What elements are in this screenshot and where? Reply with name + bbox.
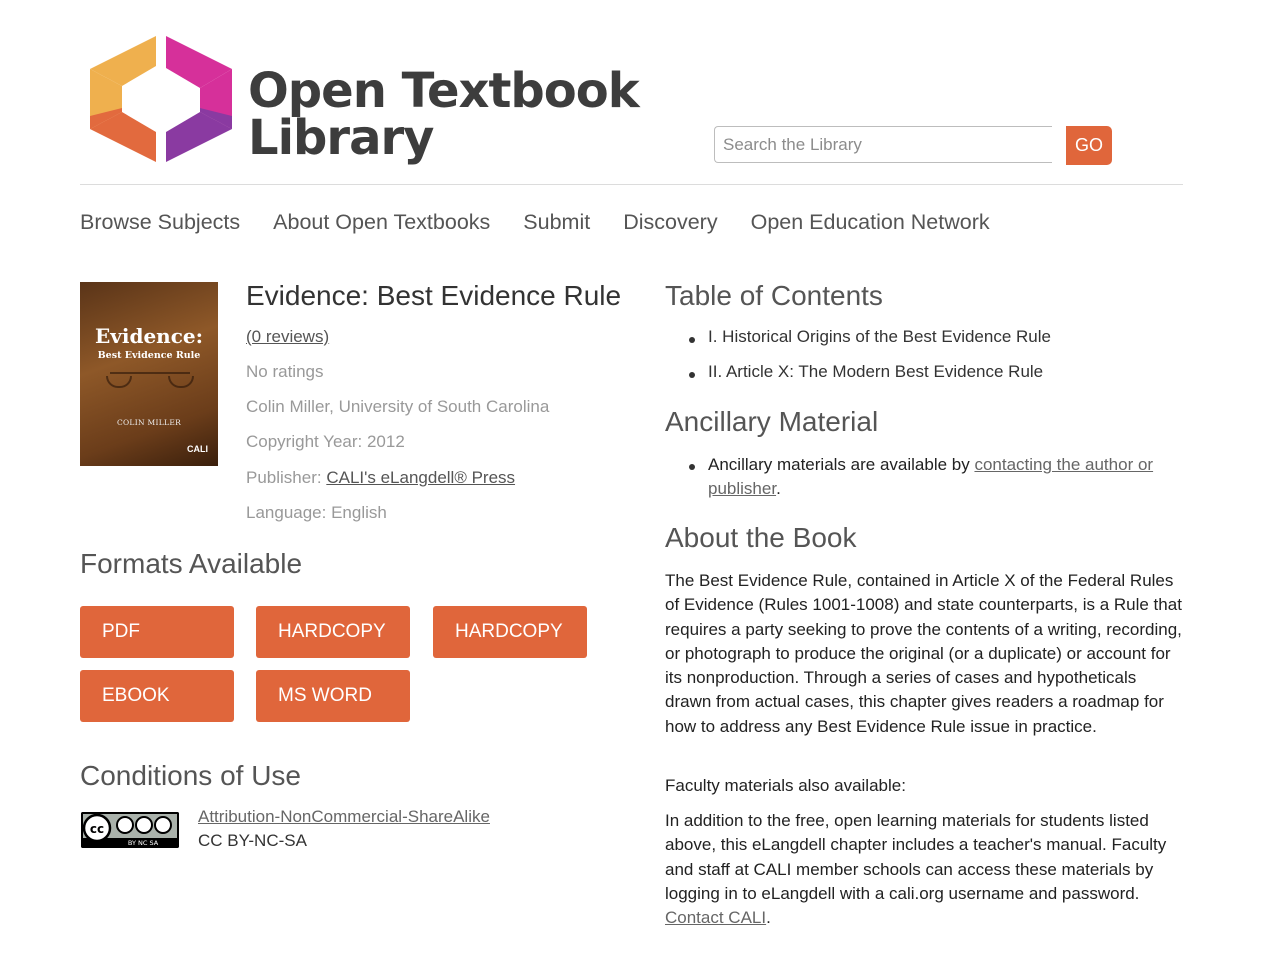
book-cover: Evidence: Best Evidence Rule COLIN MILLE… bbox=[80, 282, 218, 466]
bullet-icon bbox=[689, 372, 695, 378]
reviews-link[interactable]: (0 reviews) bbox=[246, 327, 329, 346]
svg-text:cc: cc bbox=[90, 822, 104, 836]
cover-subtitle: Best Evidence Rule bbox=[97, 350, 201, 361]
license-link[interactable]: Attribution-NonCommercial-ShareAlike bbox=[198, 807, 490, 827]
toc-item[interactable]: II. Article X: The Modern Best Evidence … bbox=[708, 362, 1043, 382]
nav-discovery[interactable]: Discovery bbox=[623, 206, 717, 238]
book-description: The Best Evidence Rule, contained in Art… bbox=[665, 571, 1182, 736]
nav-submit[interactable]: Submit bbox=[523, 206, 590, 238]
language: Language: English bbox=[246, 503, 387, 522]
logo-line2: Library bbox=[248, 110, 434, 166]
logo-icon[interactable] bbox=[90, 36, 232, 162]
author: Colin Miller, University of South Caroli… bbox=[246, 397, 550, 416]
about-heading: About the Book bbox=[665, 522, 857, 553]
reviews-row: (0 reviews) bbox=[246, 327, 329, 347]
ancillary-lead: Ancillary materials are available by bbox=[708, 455, 975, 474]
format-hardcopy-button[interactable]: HARDCOPY bbox=[256, 606, 410, 658]
format-pdf-button[interactable]: PDF bbox=[80, 606, 234, 658]
search-input[interactable] bbox=[714, 126, 1052, 163]
cover-publisher-logo: CALI bbox=[187, 444, 208, 454]
cc-license-icon: cc BY NC SA bbox=[81, 812, 179, 848]
copyright-year: Copyright Year: 2012 bbox=[246, 432, 405, 451]
ancillary-text: Ancillary materials are available by con… bbox=[708, 455, 1154, 499]
cc-badge-text: BY NC SA bbox=[128, 839, 159, 847]
scale-pan-left bbox=[106, 376, 132, 388]
publisher-row: Publisher: CALI's eLangdell® Press bbox=[246, 468, 515, 488]
contact-cali-link[interactable]: Contact CALI bbox=[665, 908, 766, 927]
main-nav: Browse Subjects About Open Textbooks Sub… bbox=[80, 206, 990, 238]
format-msword-button[interactable]: MS WORD bbox=[256, 670, 410, 722]
logo-line1: Open Textbook bbox=[248, 63, 640, 119]
formats-heading: Formats Available bbox=[80, 548, 303, 579]
logo-wordmark[interactable]: Open Textbook Library bbox=[248, 63, 640, 166]
toc-item[interactable]: I. Historical Origins of the Best Eviden… bbox=[708, 327, 1051, 347]
search-form: GO bbox=[714, 126, 1112, 165]
faculty-text: In addition to the free, open learning m… bbox=[665, 811, 1167, 928]
license-code: CC BY-NC-SA bbox=[198, 831, 307, 850]
cover-title: Evidence: bbox=[95, 324, 203, 348]
format-ebook-button[interactable]: EBOOK bbox=[80, 670, 234, 722]
toc-heading: Table of Contents bbox=[665, 280, 883, 311]
publisher-label: Publisher: bbox=[246, 468, 327, 487]
faculty-heading: Faculty materials also available: bbox=[665, 776, 906, 795]
scales-icon bbox=[110, 372, 190, 374]
scale-pan-right bbox=[168, 376, 194, 388]
book-title: Evidence: Best Evidence Rule bbox=[246, 280, 622, 311]
bullet-icon bbox=[689, 464, 695, 470]
ancillary-heading: Ancillary Material bbox=[665, 406, 879, 437]
site-header: Open Textbook Library GO bbox=[80, 30, 1183, 185]
nav-browse-subjects[interactable]: Browse Subjects bbox=[80, 206, 240, 238]
bullet-icon bbox=[689, 337, 695, 343]
conditions-heading: Conditions of Use bbox=[80, 760, 302, 791]
search-go-button[interactable]: GO bbox=[1066, 126, 1112, 165]
format-hardcopy-button-2[interactable]: HARDCOPY bbox=[433, 606, 587, 658]
publisher-link[interactable]: CALI's eLangdell® Press bbox=[326, 468, 515, 487]
ratings: No ratings bbox=[246, 362, 324, 381]
nav-about-open-textbooks[interactable]: About Open Textbooks bbox=[273, 206, 490, 238]
nav-open-education-network[interactable]: Open Education Network bbox=[751, 206, 990, 238]
cover-author: COLIN MILLER bbox=[116, 418, 182, 427]
